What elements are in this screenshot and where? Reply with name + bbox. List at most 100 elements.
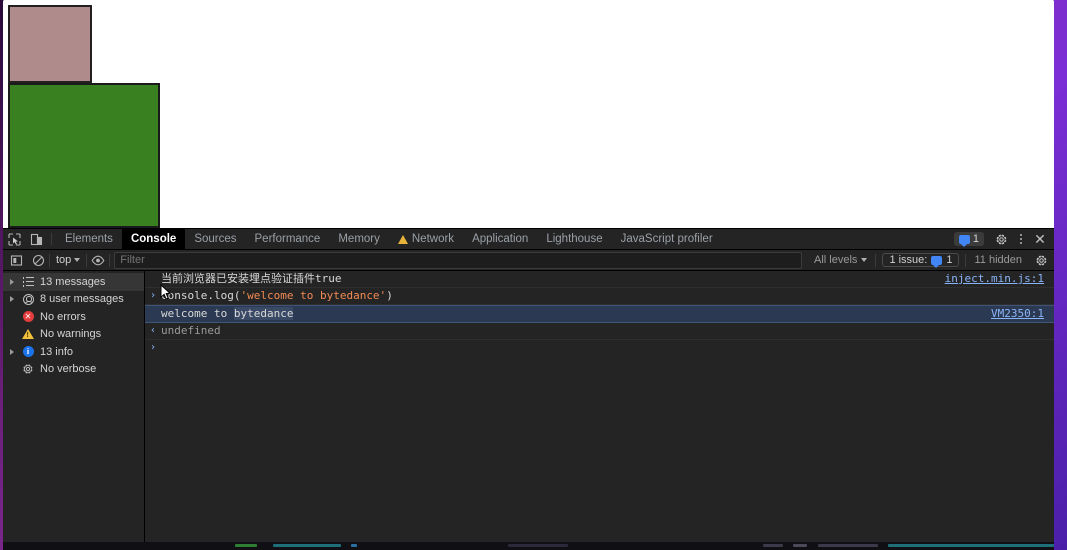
mauve-box[interactable] [8, 5, 92, 83]
tab-label: Elements [65, 233, 113, 245]
user-glyph [22, 293, 34, 305]
console-body: 13 messages 8 user messages ✕ No errors [3, 271, 1054, 544]
tab-label: Network [411, 233, 455, 245]
hidden-messages-count: 11 hidden [974, 254, 1022, 266]
tab-label: Memory [338, 233, 380, 245]
kebab-dot [1020, 234, 1022, 236]
message-icon [958, 234, 970, 247]
issues-badge[interactable]: 1 [953, 232, 984, 247]
list-glyph [22, 277, 34, 287]
tab-label: Performance [254, 233, 321, 245]
sidebar-item-label: No verbose [40, 363, 97, 376]
taskbar-item[interactable] [508, 544, 568, 547]
tab-javascript-profiler[interactable]: JavaScript profiler [612, 229, 722, 249]
taskbar-item[interactable] [888, 544, 1054, 547]
tab-sources[interactable]: Sources [185, 229, 245, 249]
tab-performance[interactable]: Performance [246, 229, 330, 249]
console-message-info[interactable]: 当前浏览器已安装埋点验证插件true inject.min.js:1 [145, 271, 1054, 288]
log-level-select[interactable]: All levels [806, 254, 875, 266]
sidebar-item-messages[interactable]: 13 messages [3, 273, 144, 291]
command-prefix: console.log( [161, 289, 241, 302]
tab-label: Lighthouse [546, 233, 603, 245]
tab-console[interactable]: Console [121, 229, 186, 249]
info-glyph: i [22, 346, 34, 358]
console-message-output[interactable]: welcome to bytedance VM2350:1 [145, 305, 1054, 323]
tab-application[interactable]: Application [463, 229, 537, 249]
expand-triangle-icon[interactable] [7, 349, 16, 355]
user-icon [21, 293, 35, 305]
output-source-link[interactable]: VM2350:1 [991, 307, 1054, 321]
tab-lighthouse[interactable]: Lighthouse [537, 229, 611, 249]
issues-summary-button[interactable]: 1 issue: 1 [882, 253, 960, 268]
verbose-gear-glyph [23, 364, 33, 374]
toolbar-divider [109, 253, 111, 267]
console-sidebar-toggle-icon[interactable] [5, 254, 27, 267]
tabbar-divider [51, 233, 52, 245]
sidebar-item-warnings[interactable]: No warnings [3, 326, 144, 344]
tab-network[interactable]: Network [389, 229, 463, 249]
command-string: 'welcome to bytedance' [240, 289, 387, 302]
sidebar-item-label: No warnings [40, 328, 102, 341]
issues-label: 1 issue: [889, 254, 928, 266]
sidebar-item-user-messages[interactable]: 8 user messages [3, 291, 144, 309]
expand-triangle-icon[interactable] [7, 279, 16, 285]
taskbar-item[interactable] [793, 544, 807, 547]
console-filter-input[interactable] [114, 251, 803, 269]
console-settings-gear-icon[interactable] [1030, 254, 1052, 267]
console-toolbar: top All levels 1 issue: [3, 250, 1054, 271]
command-suffix: ) [386, 289, 393, 302]
message-icon [931, 255, 943, 268]
list-icon [21, 277, 35, 287]
taskbar-item[interactable] [351, 544, 357, 547]
clear-console-icon[interactable] [27, 254, 49, 267]
warning-triangle-icon [397, 234, 408, 244]
page-viewport[interactable] [3, 0, 1054, 228]
console-message-return[interactable]: ‹ undefined [145, 323, 1054, 340]
tab-elements[interactable]: Elements [56, 229, 122, 249]
sidebar-item-info[interactable]: i 13 info [3, 343, 144, 361]
sidebar-item-verbose[interactable]: No verbose [3, 361, 144, 379]
inspect-element-icon[interactable] [3, 229, 25, 249]
issues-count: 1 [946, 254, 953, 266]
return-value: undefined [161, 324, 221, 337]
message-text: 当前浏览器已安装埋点验证插件true [161, 272, 342, 285]
console-message-command[interactable]: › console.log('welcome to bytedance') [145, 288, 1054, 305]
error-icon: ✕ [21, 311, 35, 323]
console-message-list[interactable]: 当前浏览器已安装埋点验证插件true inject.min.js:1 › con… [145, 271, 1054, 544]
green-box[interactable] [8, 83, 160, 228]
sidebar-toggle-glyph [10, 254, 22, 266]
expand-triangle-icon[interactable] [7, 296, 16, 302]
tab-memory[interactable]: Memory [329, 229, 389, 249]
chevron-down-icon [74, 258, 81, 262]
output-text-a: welcome to [161, 307, 234, 320]
settings-gear-icon[interactable] [990, 233, 1012, 246]
console-prompt-row[interactable]: › [145, 340, 1054, 356]
kebab-dot [1020, 238, 1022, 240]
context-label: top [56, 254, 72, 266]
issues-count: 1 [972, 233, 979, 245]
message-source-link[interactable]: inject.min.js:1 [945, 272, 1054, 286]
taskbar-item[interactable] [818, 544, 878, 547]
kebab-dot [1020, 242, 1022, 244]
devtools-tabbar: Elements Console Sources Performance Mem… [3, 229, 1054, 250]
info-icon: i [21, 346, 35, 358]
return-caret-icon: ‹ [149, 325, 157, 336]
live-expression-eye-icon[interactable] [87, 255, 109, 266]
taskbar-item[interactable] [273, 544, 341, 547]
more-options-icon[interactable] [1012, 234, 1030, 244]
sidebar-item-errors[interactable]: ✕ No errors [3, 308, 144, 326]
taskbar-item[interactable] [235, 544, 257, 547]
execution-context-select[interactable]: top [50, 254, 86, 266]
device-toolbar-icon[interactable] [25, 229, 47, 249]
clear-console-glyph [32, 254, 44, 266]
taskbar-item[interactable] [763, 544, 783, 547]
prompt-caret-icon: › [149, 342, 157, 353]
tab-label: Sources [194, 233, 237, 245]
gear-glyph [1035, 255, 1046, 265]
warning-icon [21, 329, 35, 340]
console-sidebar: 13 messages 8 user messages ✕ No errors [3, 271, 145, 544]
command-text: console.log('welcome to bytedance') [161, 289, 1054, 303]
verbose-gear-icon [21, 363, 35, 375]
chevron-down-icon [861, 258, 868, 262]
close-devtools-icon[interactable]: ✕ [1030, 232, 1050, 246]
